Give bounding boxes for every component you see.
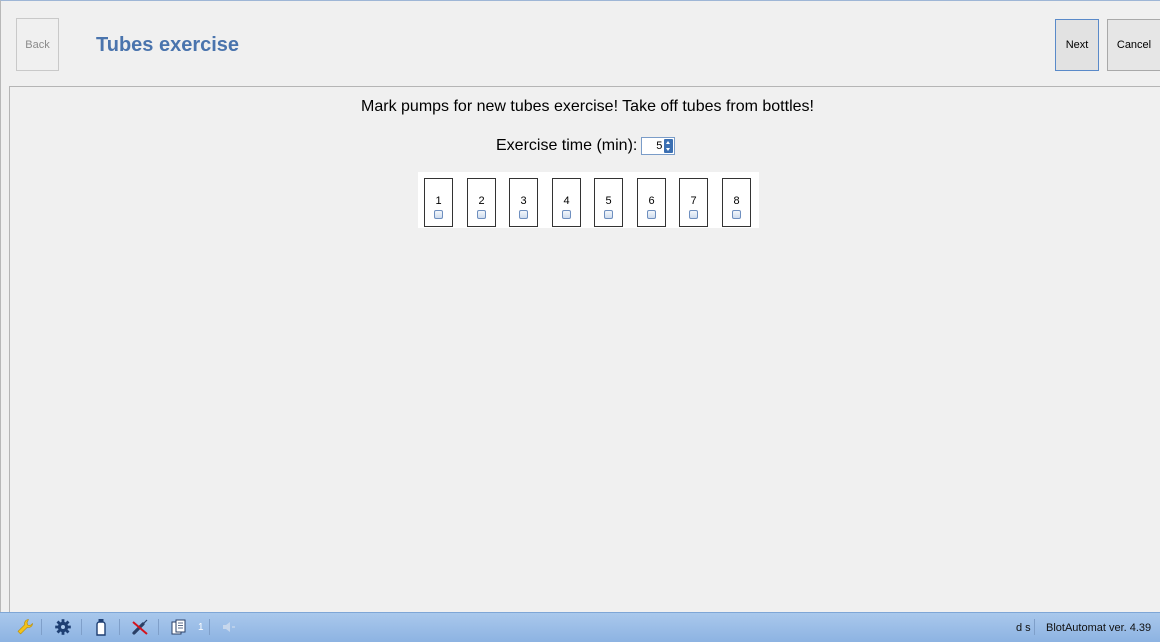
- statusbar-divider: [209, 619, 210, 635]
- wrench-icon[interactable]: [16, 618, 34, 636]
- gear-icon[interactable]: [54, 618, 72, 636]
- statusbar-divider: [1034, 619, 1035, 635]
- statusbar-divider: [41, 619, 42, 635]
- pump-checkbox[interactable]: [519, 210, 528, 219]
- header: Back Tubes exercise Next Cancel: [0, 10, 1160, 86]
- statusbar-divider: [158, 619, 159, 635]
- pump-checkbox[interactable]: [604, 210, 613, 219]
- page-title: Tubes exercise: [96, 34, 240, 56]
- pump-checkbox[interactable]: [477, 210, 486, 219]
- app-version: BlotAutomat ver. 4.39: [1046, 622, 1152, 634]
- bottle-icon[interactable]: [92, 618, 110, 636]
- back-button[interactable]: Back: [16, 18, 59, 71]
- pump-checkbox[interactable]: [562, 210, 571, 219]
- speaker-muted-icon[interactable]: [220, 618, 238, 636]
- pump-2[interactable]: 2: [467, 178, 496, 227]
- pump-8[interactable]: 8: [722, 178, 751, 227]
- cancel-button[interactable]: Cancel: [1107, 19, 1160, 71]
- exercise-time-label: Exercise time (min):: [496, 137, 638, 154]
- pump-number: 8: [733, 195, 740, 207]
- pump-number: 3: [520, 195, 527, 207]
- pump-number: 6: [648, 195, 655, 207]
- spinner-arrows-icon[interactable]: [664, 139, 674, 153]
- pump-checkbox[interactable]: [689, 210, 698, 219]
- pump-3[interactable]: 3: [509, 178, 538, 227]
- pump-4[interactable]: 4: [552, 178, 581, 227]
- pump-7[interactable]: 7: [679, 178, 708, 227]
- pump-number: 7: [690, 195, 697, 207]
- pump-number: 1: [435, 195, 442, 207]
- window-frame: [0, 0, 1160, 641]
- pump-checkbox[interactable]: [732, 210, 741, 219]
- pump-selector: 1 2 3 4 5 6 7 8: [418, 172, 759, 228]
- syringe-disabled-icon[interactable]: [131, 618, 149, 636]
- user-initials: d s: [1016, 622, 1031, 634]
- exercise-time-row: Exercise time (min): 5: [496, 136, 676, 156]
- instruction-text: Mark pumps for new tubes exercise! Take …: [361, 98, 814, 115]
- pump-number: 5: [605, 195, 612, 207]
- exercise-time-value: 5: [656, 140, 663, 152]
- pump-6[interactable]: 6: [637, 178, 666, 227]
- next-button[interactable]: Next: [1055, 19, 1099, 71]
- statusbar-divider: [119, 619, 120, 635]
- status-bar: 1 d s BlotAutomat ver. 4.39: [0, 612, 1160, 642]
- pump-5[interactable]: 5: [594, 178, 623, 227]
- documents-icon[interactable]: [170, 618, 188, 636]
- documents-count: 1: [198, 622, 204, 633]
- content-border: [9, 87, 10, 612]
- exercise-time-spinner[interactable]: 5: [641, 137, 676, 155]
- statusbar-divider: [81, 619, 82, 635]
- pump-checkbox[interactable]: [434, 210, 443, 219]
- pump-number: 4: [563, 195, 570, 207]
- pump-1[interactable]: 1: [424, 178, 453, 227]
- pump-number: 2: [478, 195, 485, 207]
- pump-checkbox[interactable]: [647, 210, 656, 219]
- header-divider: [9, 86, 1160, 87]
